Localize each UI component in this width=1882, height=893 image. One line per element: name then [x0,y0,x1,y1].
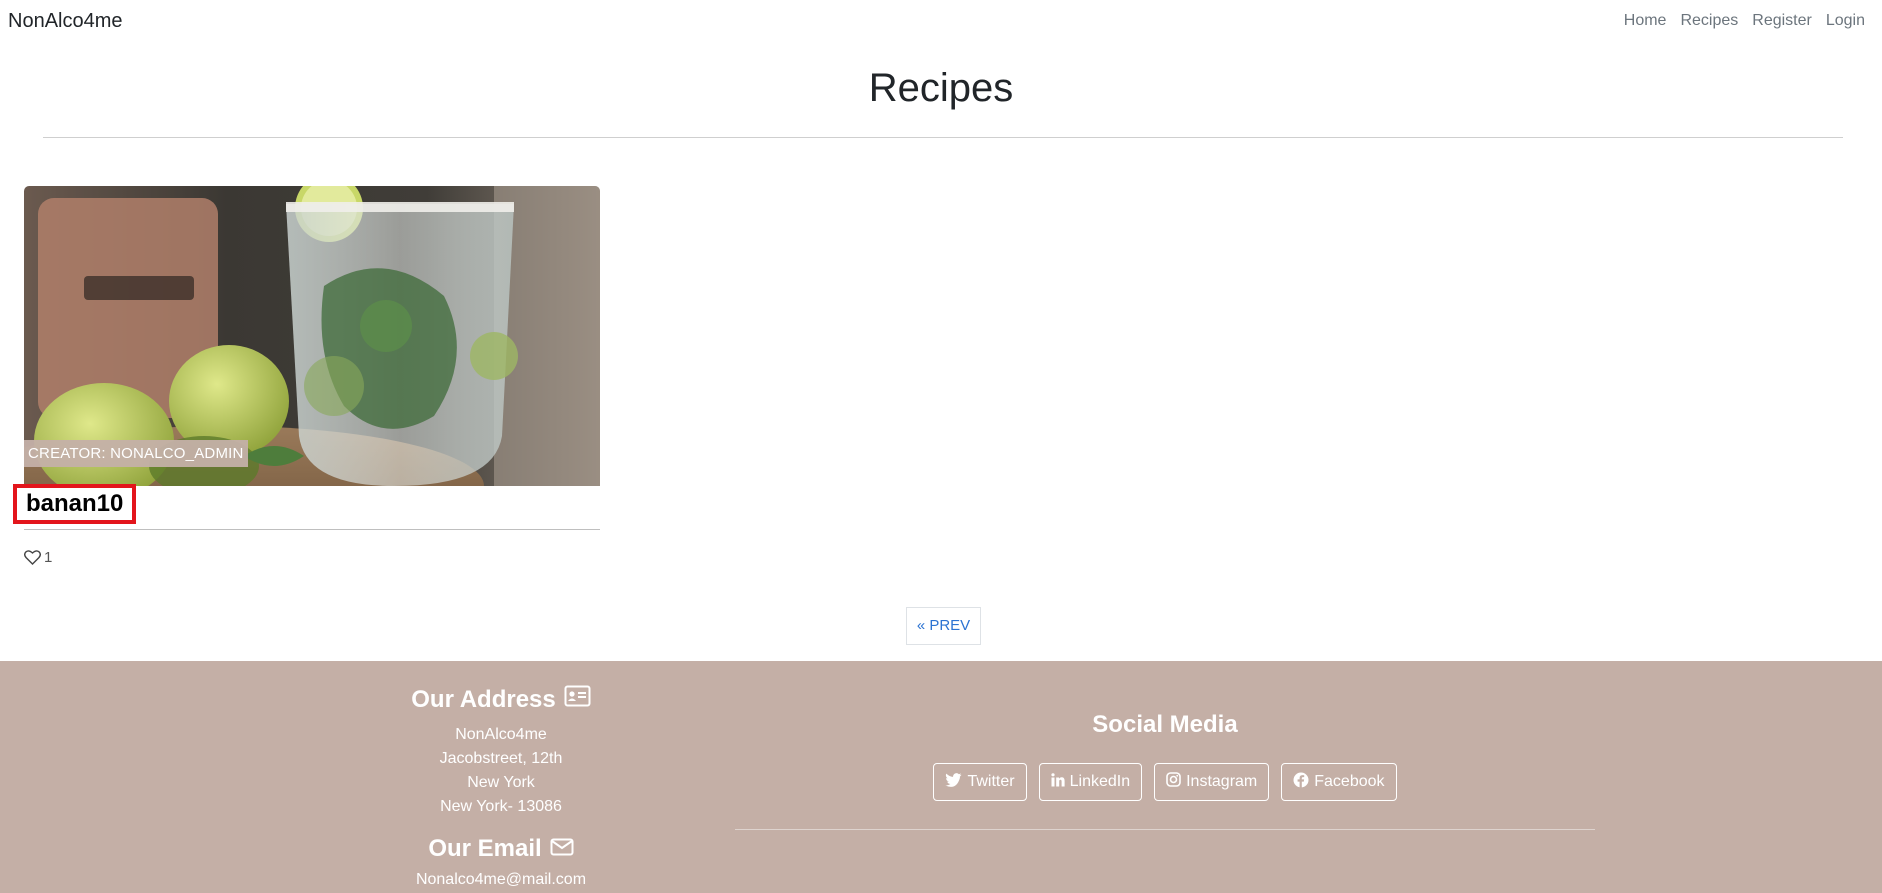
nav-recipes-link[interactable]: Recipes [1673,12,1745,30]
linkedin-button[interactable]: LinkedIn [1038,763,1143,801]
page-title: Recipes [868,66,1014,110]
address-line: NonAlco4me [455,726,547,743]
address-line: New York [467,774,535,791]
instagram-icon [1166,772,1181,792]
nav-register-link[interactable]: Register [1745,12,1819,30]
social-divider [735,829,1595,830]
likes-row: 1 [24,549,52,566]
brand-link[interactable]: NonAlco4me [8,10,123,33]
address-line: New York- 13086 [440,798,562,815]
social-heading: Social Media [1092,711,1238,738]
top-navbar: NonAlco4me Home Recipes Register Login [0,0,1882,44]
social-buttons: Twitter LinkedIn Instagram Facebook [735,763,1595,801]
instagram-button[interactable]: Instagram [1154,763,1270,801]
title-divider [43,137,1843,138]
facebook-button[interactable]: Facebook [1281,763,1397,801]
address-card-icon [564,685,591,714]
envelope-icon [550,835,574,863]
prev-page-button[interactable]: « PREV [906,607,981,645]
nav-links: Home Recipes Register Login [1617,12,1872,30]
address-lines: NonAlco4me Jacobstreet, 12th New York Ne… [300,723,702,819]
email-heading-text: Our Email [428,835,542,862]
facebook-label: Facebook [1314,773,1385,790]
linkedin-label: LinkedIn [1069,773,1131,790]
address-heading: Our Address [411,685,591,714]
address-heading-text: Our Address [411,685,556,713]
recipe-title[interactable]: banan10 [13,484,137,524]
twitter-icon [945,772,962,792]
recipe-image[interactable]: CREATOR: NONALCO_ADMIN [24,186,600,486]
linkedin-icon [1051,772,1065,792]
address-line: Jacobstreet, 12th [439,750,563,767]
likes-count: 1 [44,549,53,566]
site-footer: Our Address NonAlco4me Jacobstreet, 12th… [0,661,1882,893]
address-section: Our Address NonAlco4me Jacobstreet, 12th… [300,685,702,889]
facebook-icon [1293,772,1309,793]
instagram-label: Instagram [1186,773,1258,790]
nav-login-link[interactable]: Login [1819,12,1872,30]
creator-badge: CREATOR: NONALCO_ADMIN [24,440,248,467]
nav-home-link[interactable]: Home [1617,12,1674,30]
email-address[interactable]: Nonalco4me@mail.com [300,871,702,889]
email-heading: Our Email [428,835,574,863]
heart-icon[interactable] [24,550,41,565]
twitter-label: Twitter [967,773,1015,790]
card-divider [24,529,600,530]
twitter-button[interactable]: Twitter [933,763,1027,801]
recipe-card[interactable]: CREATOR: NONALCO_ADMIN banan10 1 [13,186,600,566]
social-section: Social Media Twitter LinkedIn Instagram [735,711,1595,830]
